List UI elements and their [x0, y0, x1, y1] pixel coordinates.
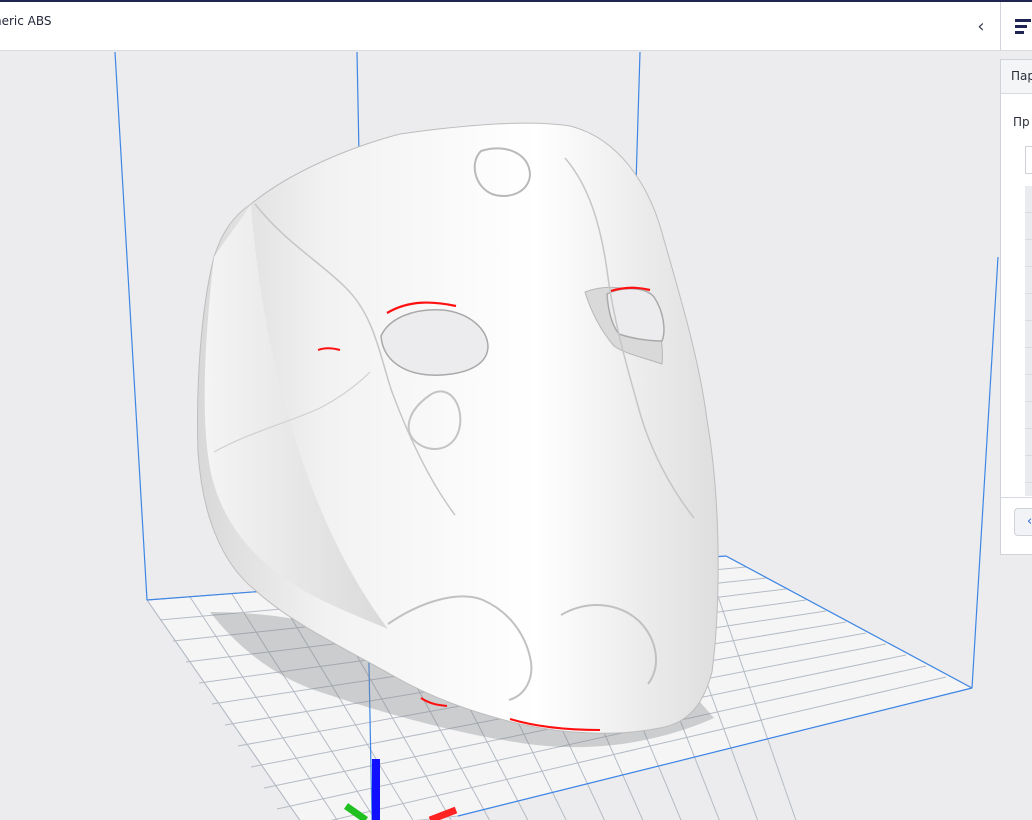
- menu-bar-2: [1015, 25, 1027, 28]
- settings-menu-icon[interactable]: [1000, 2, 1032, 51]
- panel-tab-settings[interactable]: Пар: [1001, 60, 1032, 94]
- material-name[interactable]: neric ABS: [0, 14, 52, 28]
- back-button[interactable]: ‹: [1014, 508, 1032, 536]
- panel-title: Пр: [1013, 115, 1030, 129]
- material-bar: neric ABS ‹: [0, 2, 1000, 51]
- menu-bar-1: [1015, 19, 1031, 22]
- settings-search-input[interactable]: [1025, 146, 1032, 174]
- settings-list[interactable]: [1025, 186, 1032, 496]
- print-settings-panel: Пар Пр ‹: [1000, 59, 1032, 555]
- menu-bar-3: [1015, 31, 1024, 34]
- viewport-scene: [114, 52, 999, 820]
- cura-window: neric ABS ‹: [0, 0, 1032, 820]
- 3d-viewport[interactable]: [0, 52, 1032, 820]
- collapse-chevron-icon[interactable]: ‹: [970, 13, 992, 39]
- panel-divider: [1001, 497, 1032, 498]
- back-chevron-icon: ‹: [1027, 514, 1032, 529]
- panel-tab-label: Пар: [1011, 69, 1032, 83]
